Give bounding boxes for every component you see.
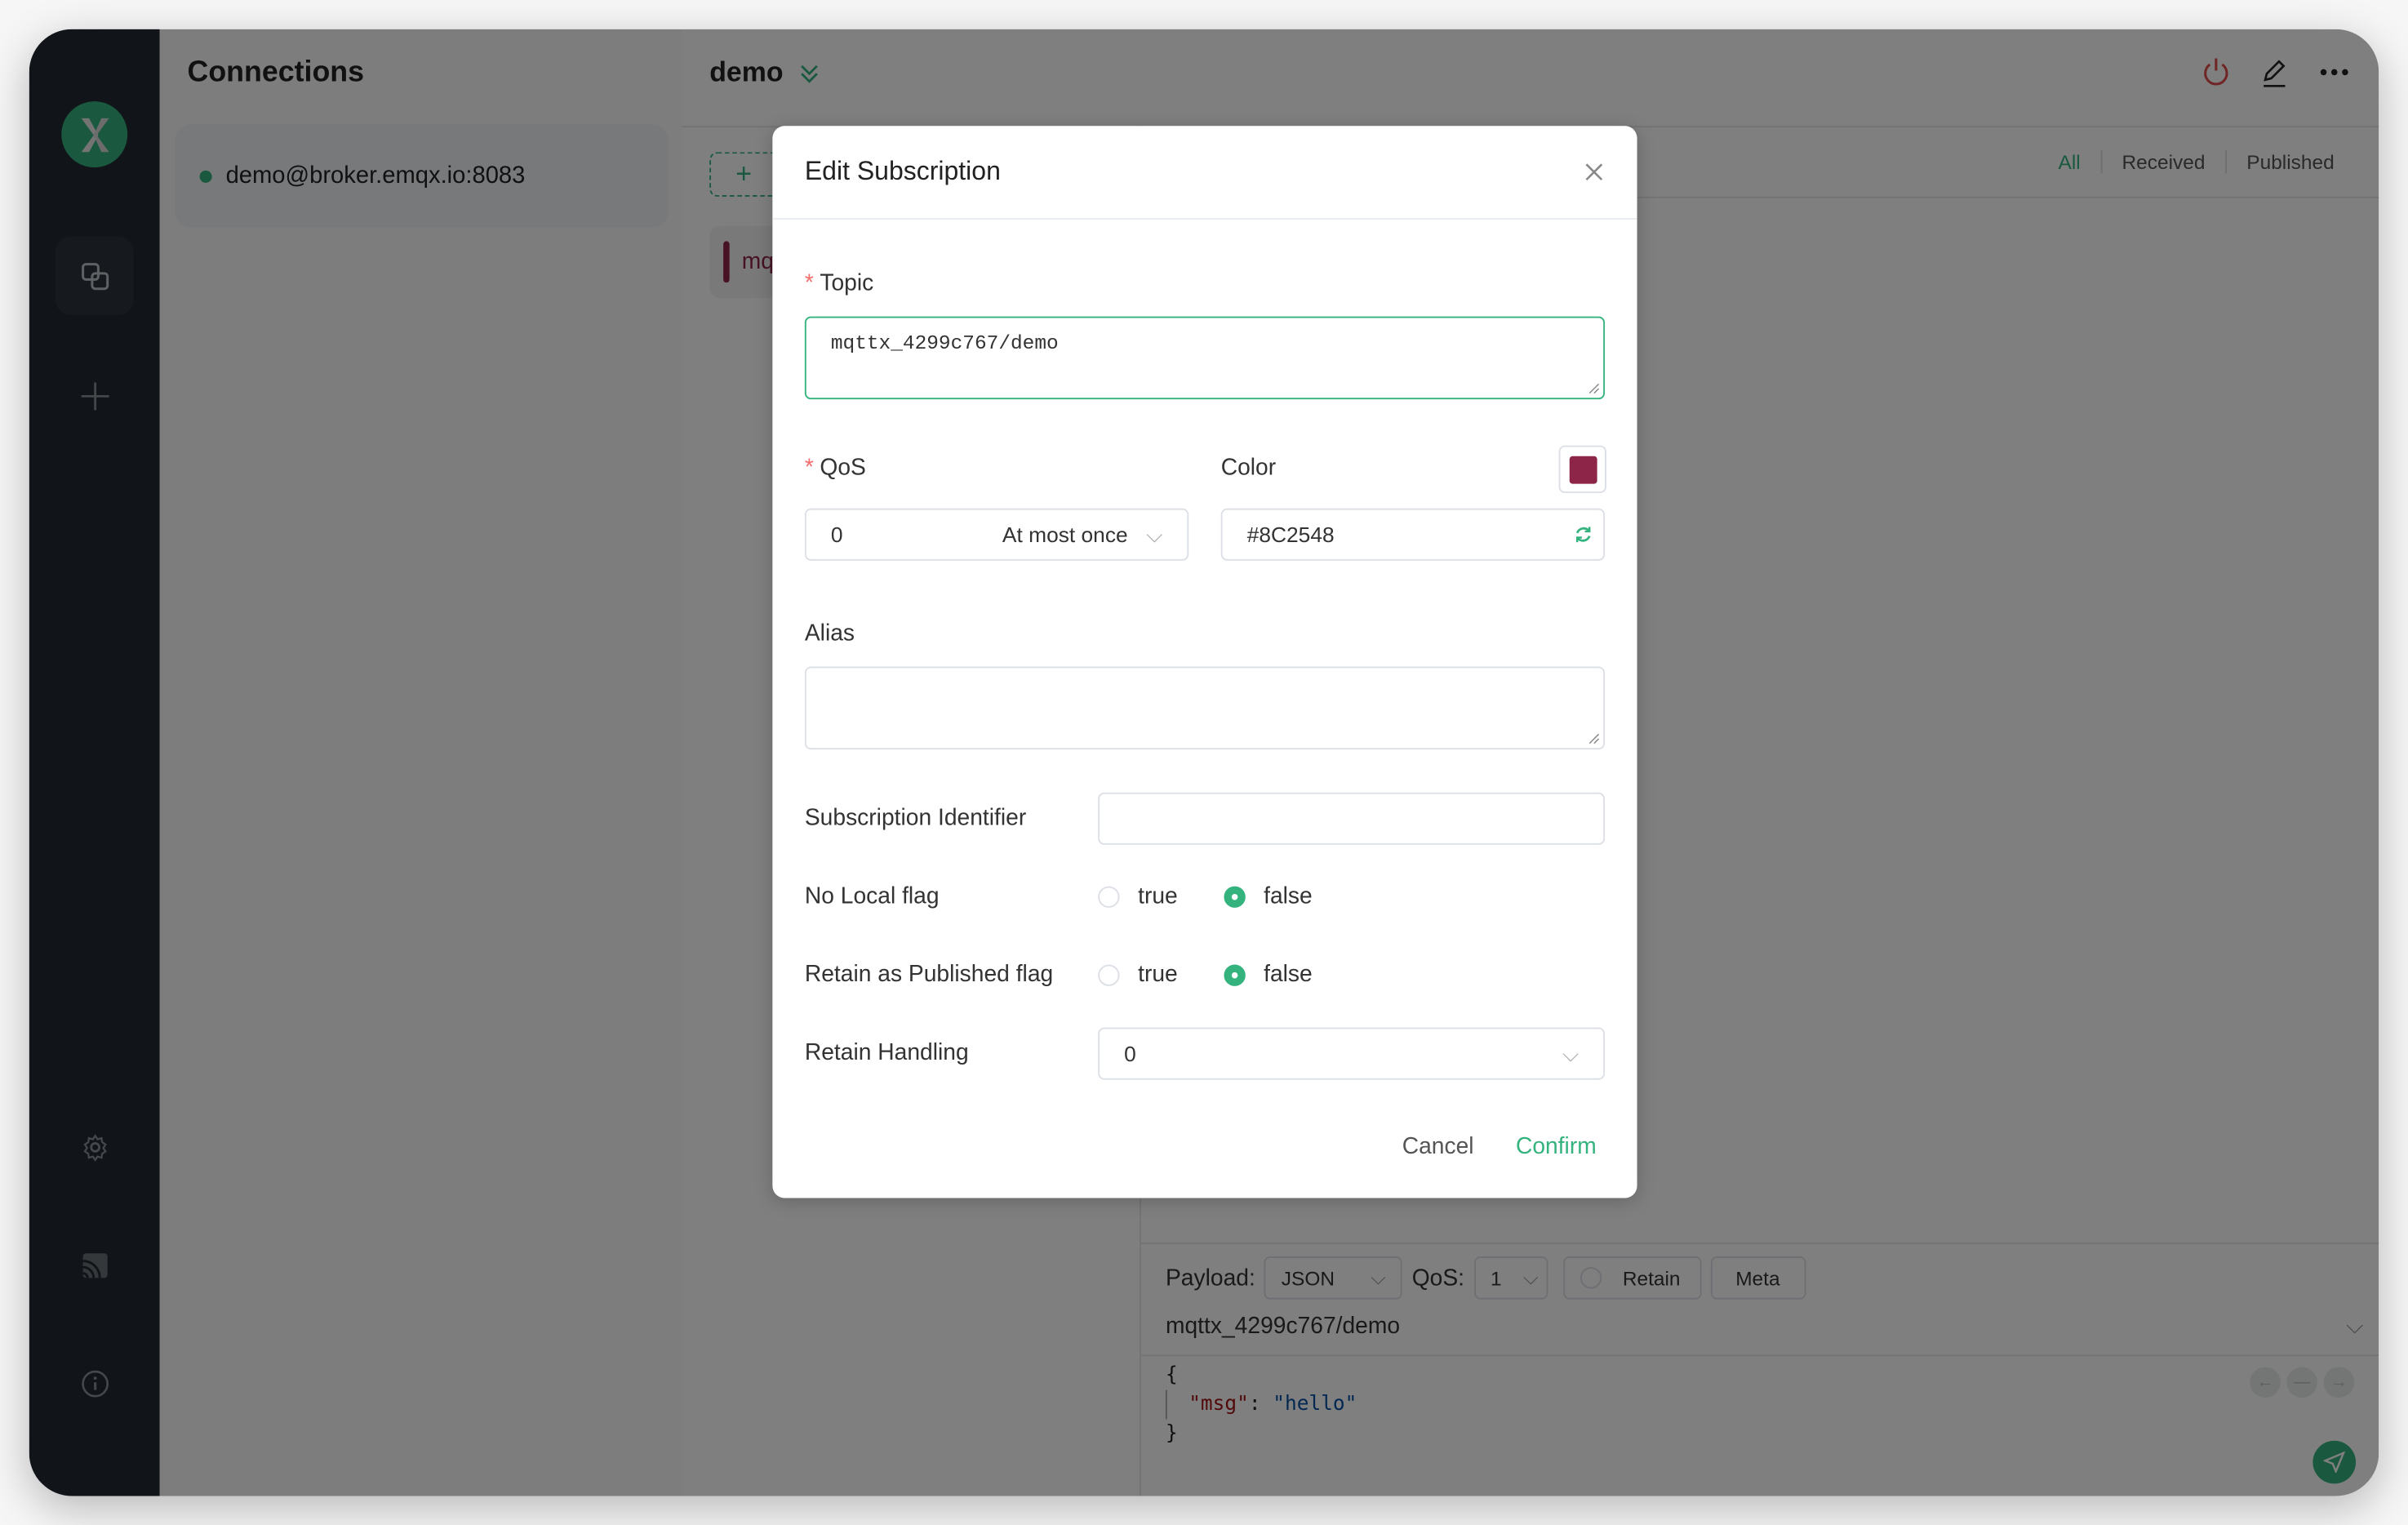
retain-as-published-radio-group: true false [1098,962,1313,988]
color-swatch [1568,455,1597,483]
qos-select-value: 0 [830,522,843,547]
qos-label-text: QoS [820,454,866,481]
refresh-icon[interactable] [1574,525,1593,544]
radio-label: true [1138,961,1178,988]
dialog-title: Edit Subscription [804,156,1001,186]
qos-select[interactable]: 0 At most once ⌵ [804,508,1189,561]
radio-label: false [1264,883,1313,909]
screen: Connections demo@broker.emqx.io:8083 dem… [0,0,2408,1525]
color-label: Color [1220,454,1277,481]
no-local-radio-group: true false [1098,883,1313,909]
retain-handling-label: Retain Handling [804,1039,969,1066]
radio-label: true [1138,883,1178,909]
edit-subscription-dialog: Edit Subscription * Topic mqttx_4299c767/… [772,126,1637,1198]
chevron-down-icon: ⌵ [1562,1040,1579,1065]
retain-handling-value: 0 [1124,1041,1136,1066]
alias-input[interactable] [804,666,1606,750]
retain-handling-select[interactable]: 0 ⌵ [1098,1027,1606,1080]
subscription-identifier-input[interactable] [1098,792,1606,845]
close-icon[interactable] [1584,162,1605,183]
retain-as-published-label: Retain as Published flag [804,961,1054,988]
topic-input-value: mqttx_4299c767/demo [830,331,1059,355]
topic-label-text: Topic [820,270,874,297]
cancel-button[interactable]: Cancel [1402,1133,1474,1159]
confirm-button[interactable]: Confirm [1516,1133,1597,1159]
topic-input[interactable]: mqttx_4299c767/demo [804,316,1606,400]
no-local-true-radio[interactable] [1098,885,1120,907]
rap-true-radio[interactable] [1098,963,1120,985]
app-window: Connections demo@broker.emqx.io:8083 dem… [29,29,2379,1496]
resize-handle-icon[interactable] [1588,382,1600,394]
radio-label: false [1264,961,1313,988]
qos-label: * QoS [805,455,866,481]
rap-false-radio[interactable] [1224,963,1246,985]
chevron-down-icon: ⌵ [1146,521,1163,546]
alias-label: Alias [804,620,855,647]
color-picker-button[interactable] [1558,445,1606,493]
subscription-identifier-label: Subscription Identifier [804,804,1027,831]
dialog-header: Edit Subscription [772,126,1637,220]
topic-label: * Topic [805,270,873,296]
qos-description: At most once [1002,522,1128,547]
no-local-false-radio[interactable] [1224,885,1246,907]
required-mark: * [804,454,814,481]
resize-handle-icon[interactable] [1588,732,1600,745]
color-input-value: #8C2548 [1246,522,1335,547]
required-mark: * [804,270,814,297]
color-input[interactable]: #8C2548 [1220,508,1606,561]
no-local-label: No Local flag [804,883,940,909]
